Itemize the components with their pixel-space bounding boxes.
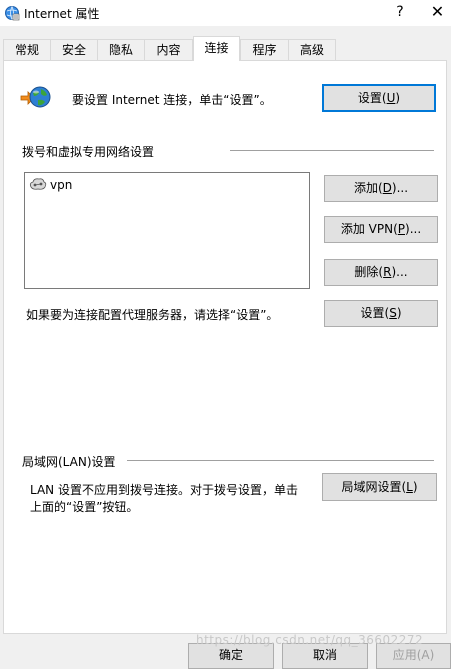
lan-description-line1: LAN 设置不应用到拨号连接。对于拨号设置，单击: [30, 483, 298, 497]
tab-privacy[interactable]: 隐私: [97, 39, 145, 60]
lan-settings-button[interactable]: 局域网设置(L): [322, 473, 437, 501]
network-connection-icon: [29, 177, 47, 193]
tab-security[interactable]: 安全: [50, 39, 98, 60]
dialup-section-title: 拨号和虚拟专用网络设置: [22, 145, 155, 159]
lan-divider: [127, 460, 434, 461]
help-button[interactable]: ?: [386, 0, 414, 26]
connection-wizard-icon: [20, 84, 52, 112]
tab-general[interactable]: 常规: [3, 39, 51, 60]
tab-connections[interactable]: 连接: [193, 36, 240, 61]
tab-content[interactable]: 内容: [144, 39, 193, 60]
add-vpn-button[interactable]: 添加 VPN(P)...: [324, 216, 438, 243]
watermark: https://blog.csdn.net/qq_36602272: [196, 633, 424, 647]
window-title: Internet 属性: [24, 7, 100, 21]
tab-advanced[interactable]: 高级: [288, 39, 336, 60]
tab-programs[interactable]: 程序: [240, 39, 289, 60]
internet-options-icon: [4, 5, 20, 21]
close-button[interactable]: ✕: [424, 0, 451, 26]
connection-name: vpn: [50, 178, 73, 192]
dialup-divider: [230, 150, 434, 151]
lan-description-line2: 上面的“设置”按钮。: [30, 500, 139, 514]
proxy-description: 如果要为连接配置代理服务器，请选择“设置”。: [26, 308, 279, 322]
connections-list[interactable]: vpn: [24, 172, 310, 289]
remove-button[interactable]: 删除(R)...: [324, 259, 438, 286]
settings-button[interactable]: 设置(S): [324, 300, 438, 327]
lan-section-title: 局域网(LAN)设置: [22, 455, 116, 469]
setup-description: 要设置 Internet 连接，单击“设置”。: [72, 93, 272, 107]
title-bar: Internet 属性 ? ✕: [0, 0, 451, 26]
setup-button[interactable]: 设置(U): [322, 84, 436, 112]
add-button[interactable]: 添加(D)...: [324, 175, 438, 202]
